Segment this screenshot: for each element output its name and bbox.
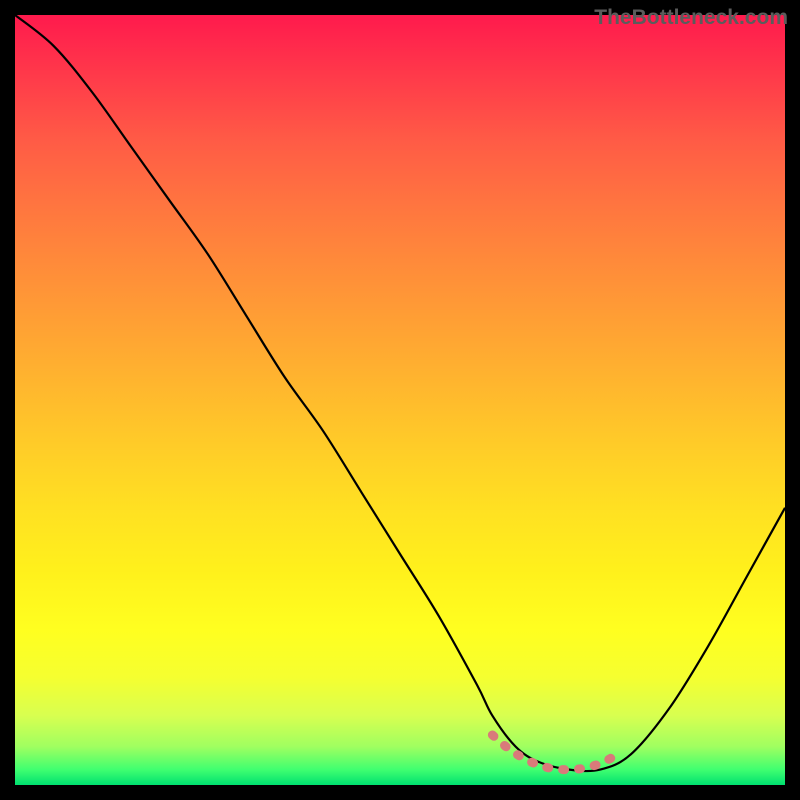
chart-container [15,15,785,785]
curve-svg [15,15,785,785]
bottleneck-curve [15,15,785,771]
watermark-text: TheBottleneck.com [594,6,788,30]
